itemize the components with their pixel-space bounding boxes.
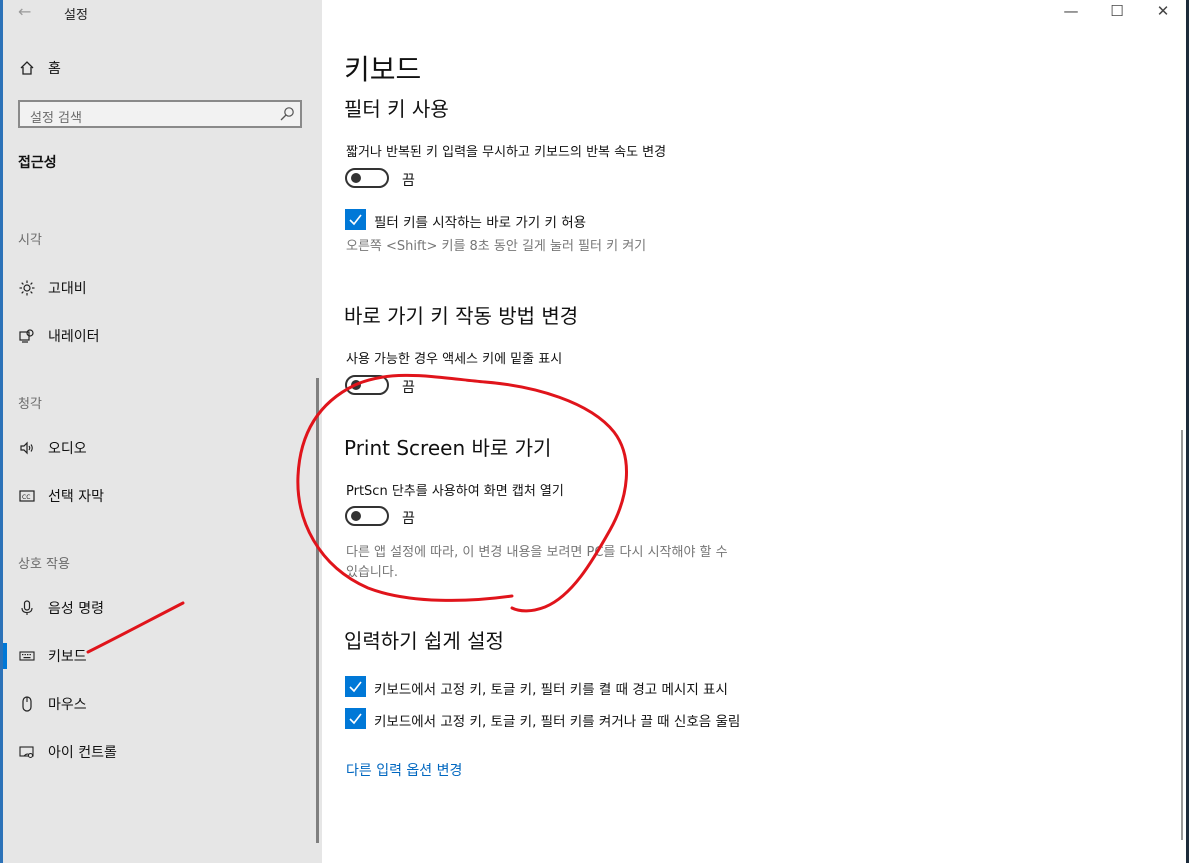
filter-keys-hint: 오른쪽 <Shift> 키를 8초 동안 길게 눌러 필터 키 켜기 <box>346 239 647 254</box>
minimize-icon[interactable]: — <box>1056 2 1086 20</box>
ease-of-typing-heading: 입력하기 쉽게 설정 <box>344 629 504 653</box>
checkmark-icon <box>349 214 362 226</box>
sidebar-item-label: 음성 명령 <box>48 601 104 617</box>
sidebar-item-label: 키보드 <box>48 649 87 665</box>
filter-keys-heading: 필터 키 사용 <box>344 97 449 121</box>
sidebar-item-label: 선택 자막 <box>48 489 104 505</box>
search-icon[interactable] <box>279 106 295 122</box>
back-arrow-icon[interactable]: ← <box>18 2 31 21</box>
microphone-icon <box>18 599 36 617</box>
closed-caption-icon: CC <box>18 487 36 505</box>
filter-keys-shortcut-label: 필터 키를 시작하는 바로 가기 키 허용 <box>374 215 587 231</box>
sidebar-item-captions[interactable]: CC 선택 자막 <box>0 481 300 511</box>
filter-keys-toggle[interactable] <box>345 168 389 188</box>
sidebar-item-label: 마우스 <box>48 697 87 713</box>
other-input-options-link[interactable]: 다른 입력 옵션 변경 <box>346 760 462 780</box>
sound-label: 키보드에서 고정 키, 토글 키, 필터 키를 켜거나 끌 때 신호음 울림 <box>374 714 741 730</box>
toggle-knob <box>351 380 361 390</box>
filter-keys-description: 짧거나 반복된 키 입력을 무시하고 키보드의 반복 속도 변경 <box>346 145 667 160</box>
sidebar-item-audio[interactable]: 오디오 <box>0 433 300 463</box>
sidebar-item-eye-control[interactable]: 아이 컨트롤 <box>0 737 300 767</box>
print-screen-description: PrtScn 단추를 사용하여 화면 캡처 열기 <box>346 484 564 499</box>
main-scrollbar[interactable] <box>1181 430 1183 840</box>
print-screen-toggle-state: 끔 <box>402 511 415 527</box>
sidebar-item-label: 아이 컨트롤 <box>48 745 117 761</box>
keyboard-icon <box>18 647 36 665</box>
sidebar-item-keyboard[interactable]: 키보드 <box>0 641 300 671</box>
print-screen-heading: Print Screen 바로 가기 <box>344 436 552 460</box>
mouse-icon <box>18 695 36 713</box>
search-placeholder: 설정 검색 <box>30 111 82 126</box>
close-icon[interactable]: ✕ <box>1148 2 1178 20</box>
sidebar: ← 설정 홈 설정 검색 접근성 시각 고대비 내레이터 청각 오디오 CC 선… <box>0 0 322 863</box>
eye-control-icon <box>18 743 36 761</box>
shortcut-keys-heading: 바로 가기 키 작동 방법 변경 <box>344 304 579 328</box>
sidebar-scrollbar[interactable] <box>316 378 319 843</box>
access-key-underline-toggle[interactable] <box>345 375 389 395</box>
toggle-knob <box>351 511 361 521</box>
window-edge <box>0 0 3 863</box>
access-key-toggle-state: 끔 <box>402 380 415 396</box>
category-interaction: 상호 작용 <box>18 557 70 572</box>
shortcut-keys-description: 사용 가능한 경우 액세스 키에 밑줄 표시 <box>346 352 563 367</box>
speaker-icon <box>18 439 36 457</box>
sidebar-item-home[interactable]: 홈 <box>0 53 300 83</box>
print-screen-note-line2: 있습니다. <box>346 565 398 580</box>
contrast-sun-icon <box>18 279 36 297</box>
filter-keys-toggle-state: 끔 <box>402 173 415 189</box>
maximize-icon[interactable]: ☐ <box>1102 2 1132 20</box>
sidebar-item-label: 홈 <box>48 61 61 77</box>
filter-keys-shortcut-checkbox[interactable] <box>345 209 366 230</box>
checkmark-icon <box>349 681 362 693</box>
toggle-knob <box>351 173 361 183</box>
category-hearing: 청각 <box>18 397 42 412</box>
print-screen-toggle[interactable] <box>345 506 389 526</box>
category-vision: 시각 <box>18 233 42 248</box>
home-icon <box>18 59 36 77</box>
narrator-icon <box>18 327 36 345</box>
sound-checkbox[interactable] <box>345 708 366 729</box>
sidebar-item-speech[interactable]: 음성 명령 <box>0 593 300 623</box>
search-input[interactable]: 설정 검색 <box>18 100 302 128</box>
page-title: 키보드 <box>344 53 422 86</box>
section-title: 접근성 <box>18 155 57 171</box>
svg-text:CC: CC <box>22 494 30 501</box>
sidebar-item-mouse[interactable]: 마우스 <box>0 689 300 719</box>
sidebar-item-label: 내레이터 <box>48 329 100 345</box>
sidebar-item-high-contrast[interactable]: 고대비 <box>0 273 300 303</box>
app-title: 설정 <box>64 8 88 23</box>
sidebar-item-narrator[interactable]: 내레이터 <box>0 321 300 351</box>
checkmark-icon <box>349 713 362 725</box>
warning-message-label: 키보드에서 고정 키, 토글 키, 필터 키를 켤 때 경고 메시지 표시 <box>374 682 728 698</box>
sidebar-item-label: 오디오 <box>48 441 87 457</box>
print-screen-note-line1: 다른 앱 설정에 따라, 이 변경 내용을 보려면 PC를 다시 시작해야 할 … <box>346 545 728 560</box>
sidebar-item-label: 고대비 <box>48 281 87 297</box>
warning-message-checkbox[interactable] <box>345 676 366 697</box>
